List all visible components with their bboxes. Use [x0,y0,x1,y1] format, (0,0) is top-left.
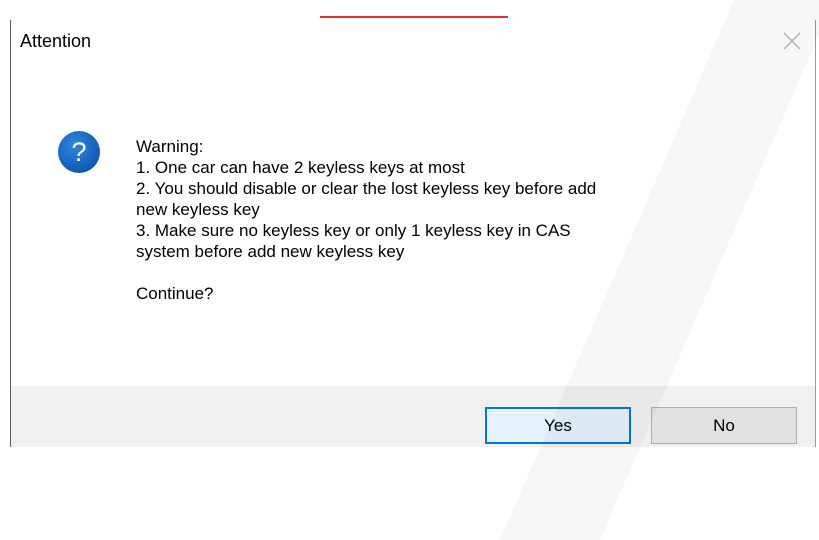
message-line: 1. One car can have 2 keyless keys at mo… [136,158,465,177]
message-line: 3. Make sure no keyless key or only 1 ke… [136,221,571,240]
message-line: system before add new keyless key [136,242,405,261]
yes-button[interactable]: Yes [485,407,631,444]
attention-dialog: Attention ? Warning: 1. One car can have… [10,20,816,447]
message-line: 2. You should disable or clear the lost … [136,179,597,198]
dialog-message: Warning: 1. One car can have 2 keyless k… [136,136,796,304]
title-bar[interactable]: Attention [11,20,815,65]
background-red-accent [320,0,508,18]
question-icon: ? [57,130,101,174]
message-line: new keyless key [136,200,260,219]
svg-text:?: ? [71,137,86,167]
close-icon [783,32,801,50]
close-button[interactable] [769,20,815,62]
dialog-content: ? Warning: 1. One car can have 2 keyless… [11,65,815,387]
message-line: Warning: [136,137,204,156]
dialog-title: Attention [20,31,92,51]
no-button[interactable]: No [651,407,797,444]
button-bar: Yes No [11,386,815,447]
continue-prompt: Continue? [136,284,214,303]
